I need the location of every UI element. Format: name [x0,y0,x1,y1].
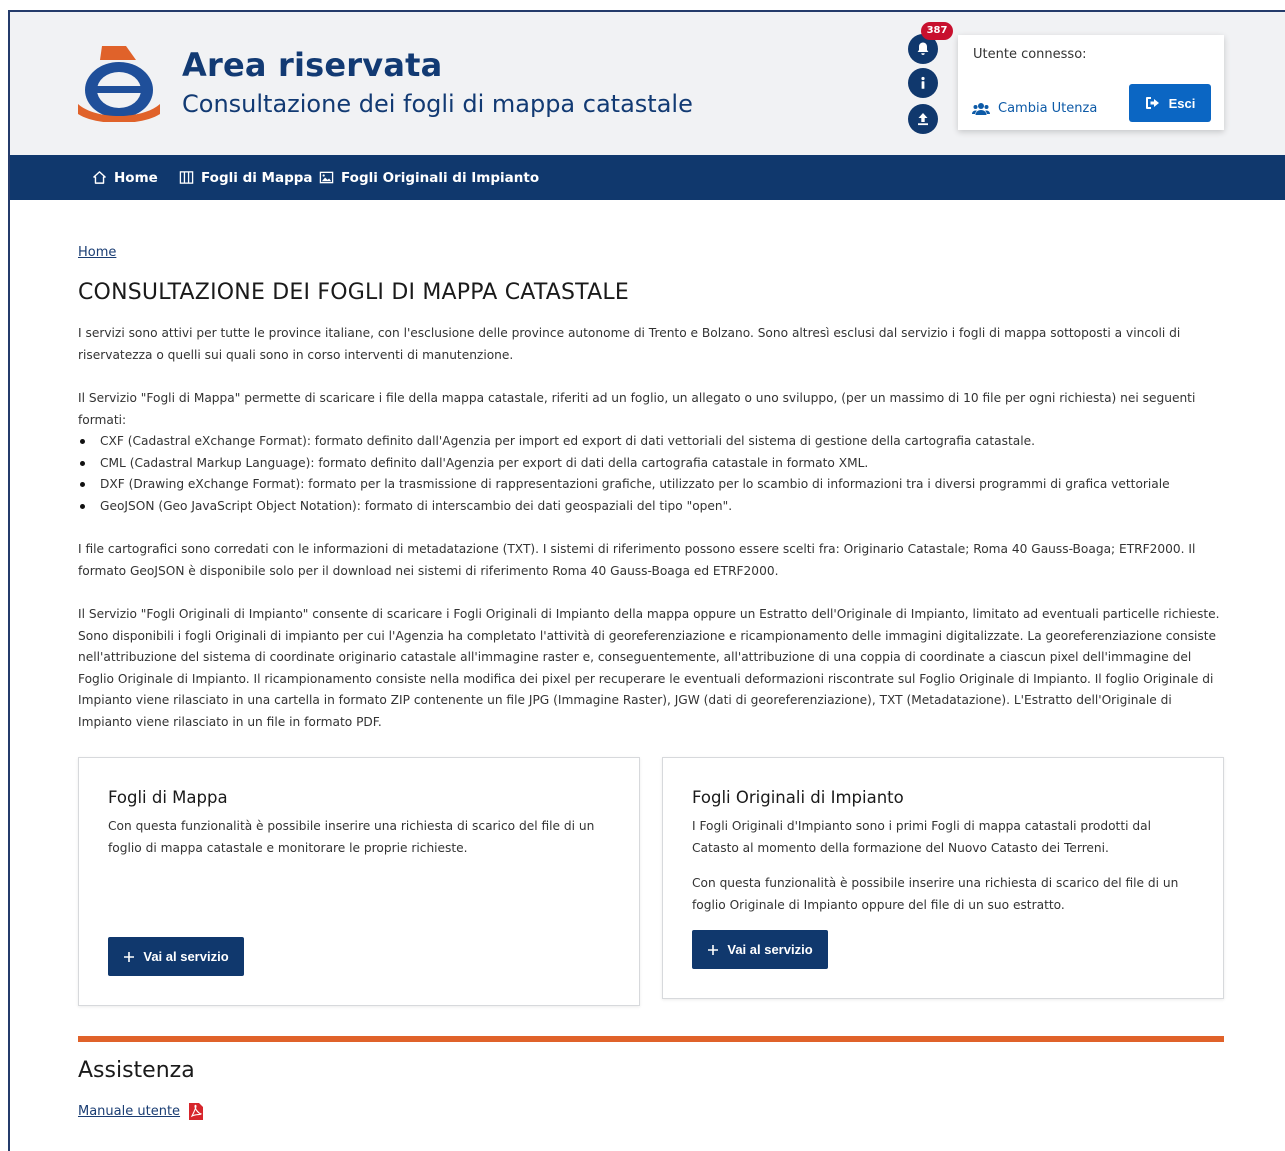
connected-user-label: Utente connesso: [973,47,1087,62]
switch-user-link[interactable]: Cambia Utenza [972,101,1097,116]
fogli-mappa-service-label: Vai al servizio [143,949,229,964]
metadata-paragraph: I file cartografici sono corredati con l… [78,542,1196,578]
list-item: DXF (Drawing eXchange Format): formato p… [78,474,1228,496]
card-fogli-mappa: Fogli di Mappa Con questa funzionalità è… [78,757,640,1006]
fogli-originali-service-label: Vai al servizio [727,942,813,957]
fogli-originali-service-button[interactable]: Vai al servizio [692,930,828,969]
page-title: CONSULTAZIONE DEI FOGLI DI MAPPA CATASTA… [78,280,629,305]
image-icon [319,171,334,184]
home-icon [93,171,106,184]
section-divider [78,1036,1224,1042]
plus-icon [124,951,135,962]
app-subtitle: Consultazione dei fogli di mappa catasta… [182,90,693,118]
map-columns-icon [179,171,194,184]
originali-paragraph: Il Servizio "Fogli Originali di Impianto… [78,607,1220,729]
nav-item-fogli-originali-label: Fogli Originali di Impianto [341,169,540,186]
notification-count-badge: 387 [921,22,953,40]
nav-item-fogli-mappa[interactable]: Fogli di Mappa [179,155,313,200]
list-item: CML (Cadastral Markup Language): formato… [78,453,1228,475]
page-frame: Area riservata Consultazione dei fogli d… [8,10,1285,1151]
upload-icon [918,113,928,126]
user-manual-link[interactable]: Manuale utente [78,1102,204,1121]
assistance-title: Assistenza [78,1058,195,1083]
formats-list: CXF (Cadastral eXchange Format): formato… [78,431,1228,517]
card-fogli-mappa-title: Fogli di Mappa [108,788,228,807]
switch-user-label: Cambia Utenza [998,101,1098,116]
main-navbar: Home Fogli di Mappa Fogli Originali di I… [10,155,1285,200]
users-icon [972,102,990,115]
nav-item-home-label: Home [114,169,158,186]
agency-logo-icon[interactable] [76,42,162,122]
upload-button[interactable] [908,104,938,134]
bell-icon [917,42,929,55]
nav-item-fogli-originali[interactable]: Fogli Originali di Impianto [319,155,539,200]
fogli-mappa-service-button[interactable]: Vai al servizio [108,937,244,976]
breadcrumb-home-link[interactable]: Home [78,245,116,260]
user-panel: Utente connesso: Cambia Utenza Esci [958,35,1224,130]
pdf-icon [189,1103,204,1120]
plus-icon [708,944,719,955]
formats-intro-paragraph: Il Servizio "Fogli di Mappa" permette di… [78,391,1196,427]
list-item: CXF (Cadastral eXchange Format): formato… [78,431,1228,453]
card-fogli-originali-text-1: I Fogli Originali d'Impianto sono i prim… [692,819,1151,855]
list-item: GeoJSON (Geo JavaScript Object Notation)… [78,496,1228,518]
app-title: Area riservata [182,46,443,84]
card-fogli-originali-title: Fogli Originali di Impianto [692,788,904,807]
nav-item-fogli-mappa-label: Fogli di Mappa [201,169,313,186]
sign-out-icon [1145,97,1159,109]
intro-paragraph: I servizi sono attivi per tutte le provi… [78,326,1181,362]
logout-button[interactable]: Esci [1129,84,1211,122]
info-button[interactable] [908,68,938,98]
info-icon [921,76,925,89]
card-fogli-originali: Fogli Originali di Impianto I Fogli Orig… [662,757,1224,999]
card-fogli-mappa-text: Con questa funzionalità è possibile inse… [108,819,595,855]
site-header: Area riservata Consultazione dei fogli d… [10,12,1285,155]
card-fogli-originali-text-2: Con questa funzionalità è possibile inse… [692,876,1179,912]
nav-item-home[interactable]: Home [92,155,158,200]
logout-label: Esci [1168,95,1196,111]
user-manual-label: Manuale utente [78,1104,181,1119]
